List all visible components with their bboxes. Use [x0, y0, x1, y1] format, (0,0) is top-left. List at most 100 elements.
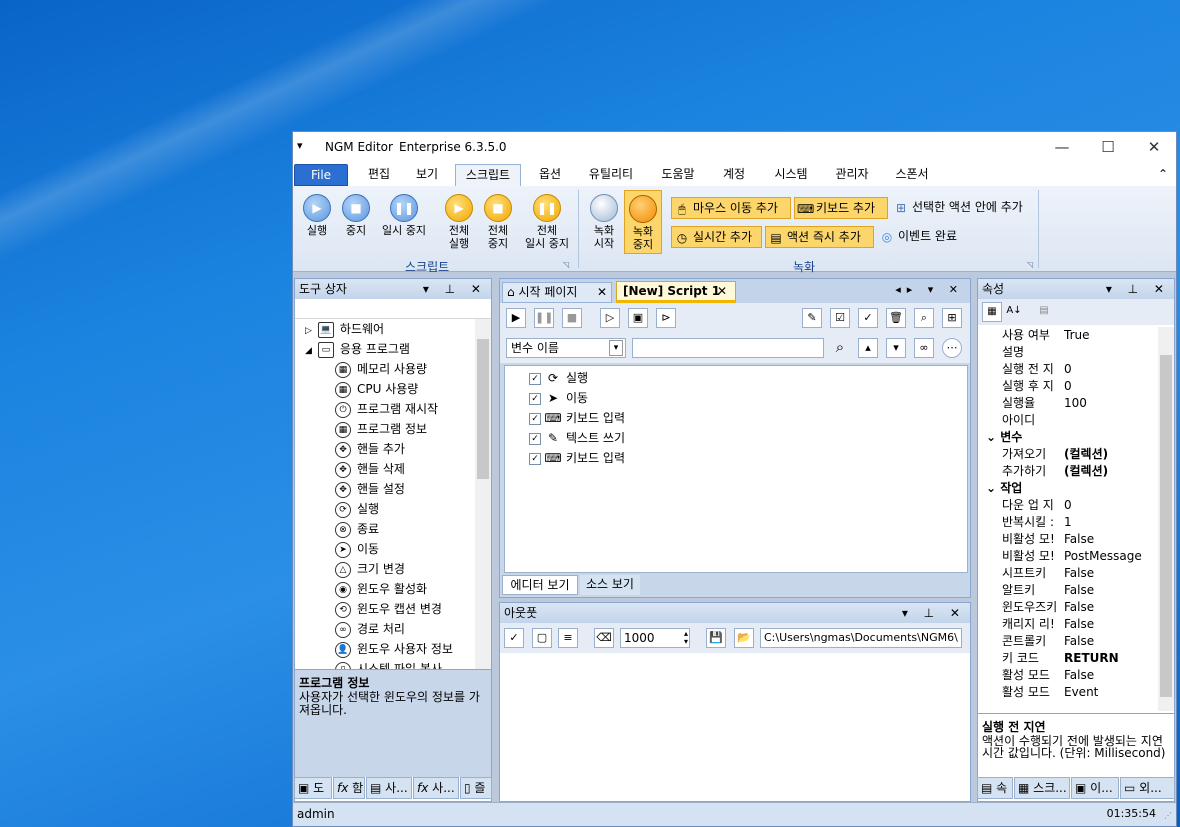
property-value[interactable]: PostMessage	[1060, 548, 1142, 565]
property-value[interactable]: False	[1060, 616, 1094, 633]
tree-item-window-caption[interactable]: ⟲ 윈도우 캡션 변경	[335, 599, 442, 619]
tab-account[interactable]: 계정	[713, 164, 755, 186]
property-row[interactable]: 비활성 모! False	[1002, 531, 1162, 548]
tab-script-list[interactable]: ▦ 스크...	[1014, 777, 1070, 799]
tab-external-api[interactable]: ▭ 외...	[1120, 777, 1175, 799]
close-button[interactable]: ✕	[1131, 132, 1176, 162]
play-outline-icon[interactable]: ▷	[600, 308, 620, 328]
add-in-selected-button[interactable]: ⊞ 선택한 액션 안에 추가	[891, 197, 1037, 219]
property-value[interactable]: True	[1060, 327, 1090, 344]
collapse-ribbon-icon[interactable]: ⌃	[1155, 164, 1171, 186]
property-value[interactable]: False	[1060, 531, 1094, 548]
move-up-icon[interactable]: ▴	[858, 338, 878, 358]
delete-icon[interactable]: 🗑	[886, 308, 906, 328]
property-pages-icon[interactable]: ▤	[1034, 302, 1054, 322]
eraser-icon[interactable]: ⌫	[594, 628, 614, 648]
pause-all-button[interactable]: ❚❚ 전체 일시 중지	[519, 194, 575, 250]
record-start-button[interactable]: 녹화 시작	[587, 194, 621, 250]
search-icon[interactable]: ⌕	[914, 308, 934, 328]
action-checkbox[interactable]: ✓	[529, 392, 541, 405]
property-row[interactable]: 추가하기 (컬렉션)	[1002, 463, 1162, 480]
tree-item-path[interactable]: ∞ 경로 처리	[335, 619, 405, 639]
variable-name-select[interactable]: 변수 이름 ▾	[506, 338, 626, 358]
property-value[interactable]: False	[1060, 565, 1094, 582]
tree-item-move[interactable]: ➤ 이동	[335, 539, 379, 559]
tab-favorites[interactable]: ▯ 즐	[460, 777, 492, 799]
property-value[interactable]: Event	[1060, 684, 1098, 701]
action-checkbox[interactable]: ✓	[529, 372, 541, 385]
tab-editor-view[interactable]: 에디터 보기	[502, 575, 578, 595]
tab-sponsor[interactable]: 스폰서	[887, 164, 937, 186]
tab-new-script[interactable]: [New] Script 1 ✕	[616, 281, 736, 303]
script-group-launcher-icon[interactable]: ◹	[563, 260, 569, 269]
tab-images[interactable]: ▣ 이...	[1071, 777, 1119, 799]
categorized-icon[interactable]: ▦	[982, 302, 1002, 322]
property-row[interactable]: 콘트롤키 False	[1002, 633, 1162, 650]
property-row[interactable]: 실행 후 지 0	[1002, 378, 1162, 395]
property-value[interactable]: (컬렉션)	[1060, 446, 1108, 463]
property-value[interactable]: 1	[1060, 514, 1072, 531]
action-checkbox[interactable]: ✓	[529, 412, 541, 425]
property-row[interactable]: 키 코드 RETURN	[1002, 650, 1162, 667]
tab-script[interactable]: 스크립트	[455, 164, 521, 186]
tab-view[interactable]: 보기	[407, 164, 447, 186]
folder-icon[interactable]: 📂	[734, 628, 754, 648]
toolbox-scrollbar[interactable]	[475, 319, 491, 669]
stop-all-button[interactable]: ■ 전체 중지	[481, 194, 515, 250]
run-button[interactable]: ▶ 실행	[299, 194, 335, 237]
tab-properties[interactable]: ▤ 속	[977, 777, 1013, 799]
tree-item-memory-usage[interactable]: ▦ 메모리 사용량	[335, 359, 427, 379]
property-value[interactable]: 100	[1060, 395, 1087, 412]
property-value[interactable]: RETURN	[1060, 650, 1119, 667]
tab-user-2[interactable]: fx 사...	[413, 777, 459, 799]
property-row[interactable]: 알트키 False	[1002, 582, 1162, 599]
clear-output-icon[interactable]: ✓	[504, 628, 524, 648]
add-mouse-move-button[interactable]: 🖱 마우스 이동 추가	[671, 197, 791, 219]
copy-icon[interactable]: ▢	[532, 628, 552, 648]
line-count-stepper[interactable]: 1000 ▴ ▾	[620, 628, 690, 648]
tab-utility[interactable]: 유틸리티	[581, 164, 641, 186]
tree-item-application[interactable]: ◢ ▭ 응용 프로그램	[305, 339, 410, 359]
property-row[interactable]: 활성 모드 False	[1002, 667, 1162, 684]
tree-item-handle-set[interactable]: ✥ 핸들 설정	[335, 479, 405, 499]
action-row-text-write[interactable]: ✓ ✎ 텍스트 쓰기	[529, 428, 625, 448]
tree-item-program-restart[interactable]: ⏻ 프로그램 재시작	[335, 399, 438, 419]
properties-scrollbar[interactable]	[1158, 327, 1174, 711]
stepper-arrows-icon[interactable]: ▴ ▾	[684, 630, 688, 646]
toolbox-search-input[interactable]	[295, 299, 491, 319]
tree-item-exit[interactable]: ⊗ 종료	[335, 519, 379, 539]
properties-pane-buttons[interactable]: ▾ ⊥ ✕	[1106, 279, 1170, 299]
property-value[interactable]: False	[1060, 633, 1094, 650]
tab-file[interactable]: File	[294, 164, 348, 186]
property-category[interactable]: ⌄ 작업	[986, 480, 1022, 497]
property-row[interactable]: 아이디	[1002, 412, 1162, 429]
action-checkbox[interactable]: ✓	[529, 452, 541, 465]
tree-item-cpu-usage[interactable]: ▦ CPU 사용량	[335, 379, 418, 399]
property-category[interactable]: ⌄ 변수	[986, 429, 1022, 446]
action-row-move[interactable]: ✓ ➤ 이동	[529, 388, 588, 408]
add-keyboard-button[interactable]: ⌨ 키보드 추가	[794, 197, 888, 219]
action-row-keyboard-input[interactable]: ✓ ⌨ 키보드 입력	[529, 408, 625, 428]
property-row[interactable]: 실행 전 지 0	[1002, 361, 1162, 378]
record-group-launcher-icon[interactable]: ◹	[1027, 260, 1033, 269]
property-row[interactable]: 윈도우즈키 False	[1002, 599, 1162, 616]
property-row[interactable]: 반복시킬 : 1	[1002, 514, 1162, 531]
property-row[interactable]: 캐리지 리! False	[1002, 616, 1162, 633]
close-start-page-icon[interactable]: ✕	[597, 283, 607, 302]
property-value[interactable]: 0	[1060, 361, 1072, 378]
loop-icon[interactable]: ∞	[914, 338, 934, 358]
tree-item-handle-add[interactable]: ✥ 핸들 추가	[335, 439, 405, 459]
event-complete-button[interactable]: ◎ 이벤트 완료	[877, 226, 969, 248]
property-value[interactable]: False	[1060, 599, 1094, 616]
output-pane-buttons[interactable]: ▾ ⊥ ✕	[902, 603, 966, 623]
tree-view-icon[interactable]: ⊞	[942, 308, 962, 328]
property-row[interactable]: 사용 여부 True	[1002, 327, 1162, 344]
output-path-field[interactable]: C:\Users\ngmas\Documents\NGM6\	[760, 628, 962, 648]
save-icon[interactable]: 💾	[706, 628, 726, 648]
action-row-run[interactable]: ✓ ⟳ 실행	[529, 368, 588, 388]
action-checkbox[interactable]: ✓	[529, 432, 541, 445]
tree-item-program-info[interactable]: ▦ 프로그램 정보	[335, 419, 427, 439]
tree-item-window-activate[interactable]: ◉ 윈도우 활성화	[335, 579, 427, 599]
action-row-keyboard-input-2[interactable]: ✓ ⌨ 키보드 입력	[529, 448, 625, 468]
stop-icon[interactable]: ■	[562, 308, 582, 328]
